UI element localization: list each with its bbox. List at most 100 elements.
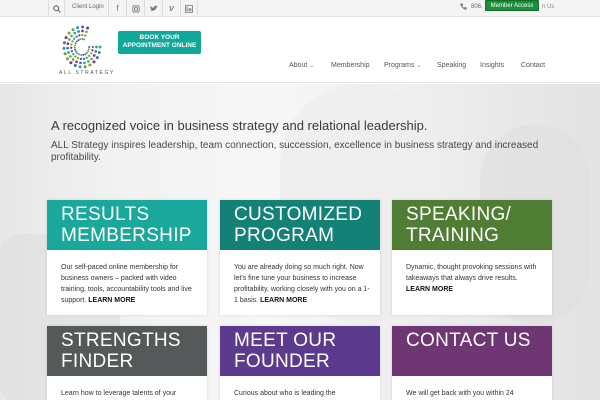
logo-dot [62, 46, 66, 50]
utility-bar: Client Login f v 806. Member Access n Us [0, 0, 600, 17]
card-text: Learn how to leverage talents of your [61, 388, 197, 399]
logo-dot [67, 38, 71, 41]
logo-dot [67, 51, 70, 54]
logo-dot [70, 49, 74, 53]
card-results-membership[interactable]: RESULTS MEMBERSHIP Our self-paced online… [47, 200, 207, 315]
vimeo-button[interactable]: v [162, 0, 180, 17]
logo-dot [65, 57, 69, 61]
logo-dot [86, 26, 90, 30]
logo-dot [85, 56, 88, 59]
nav-label: About [289, 62, 308, 69]
logo-dot [72, 52, 75, 56]
logo-dot [95, 56, 99, 60]
logo-dot [86, 60, 90, 63]
search-button[interactable] [48, 0, 64, 17]
logo-dot [88, 46, 91, 48]
logo-dot [73, 63, 77, 68]
linkedin-icon [185, 4, 193, 13]
card-customized-program[interactable]: CUSTOMIZED PROGRAM You are already doing… [220, 200, 380, 315]
nav-item-about[interactable]: About ⌄ [289, 62, 314, 69]
logo-dot [75, 50, 78, 53]
card-contact-us[interactable]: CONTACT US We will get back with you wit… [392, 326, 552, 400]
logo-dot [81, 25, 85, 29]
card-body-text: Dynamic, thought provoking sessions with… [406, 264, 537, 282]
card-speaking-training[interactable]: SPEAKING/ TRAINING Dynamic, thought prov… [392, 200, 552, 315]
twitter-icon [149, 5, 158, 11]
hero-section: A recognized voice in business strategy … [0, 84, 600, 400]
instagram-button[interactable] [126, 0, 144, 17]
logo-dot [74, 48, 77, 51]
logo-dot [88, 54, 91, 58]
card-strengths-finder[interactable]: STRENGTHS FINDER Learn how to leverage t… [47, 326, 207, 400]
logo-dot [92, 60, 96, 64]
logo-dot [71, 58, 75, 61]
chevron-down-icon: ⌄ [309, 63, 315, 69]
phone-text: 806. [471, 3, 483, 10]
client-login-link[interactable]: Client Login [72, 4, 104, 10]
logo-dot [90, 57, 93, 61]
site-header: ALL STRATEGY BOOK YOUR APPOINTMENT ONLIN… [0, 17, 600, 83]
logo-dot [94, 50, 98, 53]
card-title-text: MEET OUR FOUNDER [234, 330, 337, 372]
logo-dot [85, 51, 88, 54]
nav-label: Programs [384, 62, 415, 69]
card-text: Dynamic, thought provoking sessions with… [406, 262, 542, 295]
logo-dot [98, 45, 102, 49]
logo-dot [75, 35, 78, 38]
nav-label: Membership [331, 62, 370, 69]
card-text: We will get back with you within 24 [406, 388, 542, 399]
nav-item-membership[interactable]: Membership [331, 62, 370, 69]
logo-dot [66, 46, 69, 50]
twitter-button[interactable] [144, 0, 162, 17]
logo-dot [91, 45, 94, 49]
card-title-text: RESULTS MEMBERSHIP [61, 204, 192, 246]
logo-dot [74, 42, 77, 45]
logo-dot [78, 65, 82, 69]
card-meet-our-founder[interactable]: MEET OUR FOUNDER Curious about who is le… [220, 326, 380, 400]
logo-dot [84, 34, 87, 37]
logo-dot [87, 50, 90, 53]
logo-dot [71, 40, 74, 43]
contact-us-link[interactable]: n Us [542, 4, 554, 10]
logo-dot [78, 53, 81, 56]
logo-dot [69, 55, 72, 58]
member-access-button[interactable]: Member Access [485, 0, 539, 11]
logo-dot [90, 52, 93, 55]
logo-dot [73, 37, 76, 40]
logo-dot [71, 28, 75, 32]
logo-dot [84, 53, 87, 56]
learn-more-link[interactable]: LEARN MORE [88, 297, 135, 304]
learn-more-link[interactable]: LEARN MORE [406, 286, 453, 293]
phone-icon [460, 3, 467, 10]
card-title-text: CUSTOMIZED PROGRAM [234, 204, 363, 246]
logo-dot [77, 39, 80, 42]
logo-dot [85, 30, 88, 34]
nav-label: Insights [480, 62, 505, 69]
logo-dot [73, 31, 77, 35]
card-text: Our self-paced online membership for bus… [61, 262, 197, 306]
nav-item-programs[interactable]: Programs ⌄ [384, 62, 421, 69]
card-title: CONTACT US [392, 326, 552, 376]
nav-label: Speaking [437, 62, 467, 69]
phone-number[interactable]: 806. [460, 3, 483, 10]
nav-item-speaking[interactable]: Speaking [437, 62, 466, 69]
chevron-down-icon: ⌄ [416, 63, 422, 69]
logo-dot [83, 61, 86, 65]
logo-dot [79, 57, 83, 61]
logo-dot [82, 53, 85, 56]
linkedin-button[interactable] [180, 0, 198, 17]
card-body-text: Curious about who is leading the [234, 390, 336, 397]
logo-dot [70, 43, 73, 46]
nav-item-insights[interactable]: Insights [480, 62, 504, 69]
logo-dot [87, 48, 90, 51]
logo-dot [66, 42, 70, 46]
facebook-button[interactable]: f [108, 0, 126, 17]
book-appointment-button[interactable]: BOOK YOUR APPOINTMENT ONLINE [118, 31, 201, 54]
logo-dot [69, 61, 73, 65]
logo-dot [80, 54, 83, 56]
nav-item-contact[interactable]: Contact [521, 62, 545, 69]
logo-dot [79, 61, 82, 65]
logo-dot [70, 34, 73, 38]
learn-more-link[interactable]: LEARN MORE [260, 297, 307, 304]
logo-dot [76, 52, 79, 55]
